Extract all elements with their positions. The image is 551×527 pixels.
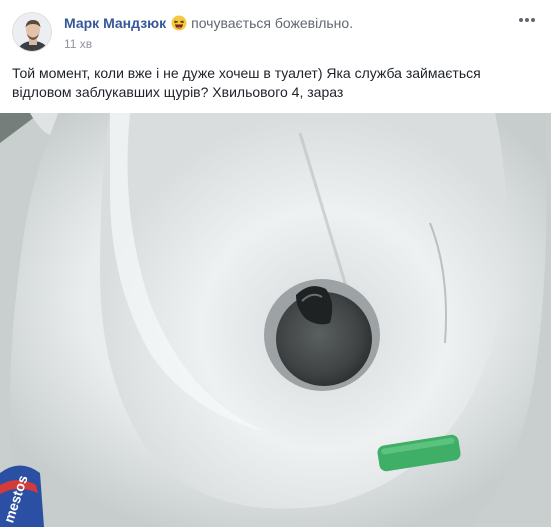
avatar-image	[13, 13, 51, 51]
post-text-line-1: Той момент, коли вже і не дуже хочеш в т…	[12, 65, 481, 81]
feed-post: Марк Мандзюк почувається божевільно. 11 …	[0, 0, 551, 527]
post-options-button[interactable]	[517, 12, 537, 28]
post-timestamp-link[interactable]: 11 хв	[64, 36, 92, 52]
laughing-face-icon	[171, 15, 187, 31]
post-body-text: Той момент, коли вже і не дуже хочеш в т…	[12, 64, 537, 102]
post-text-line-2: відловом заблукавших щурів? Хвильового 4…	[12, 84, 344, 100]
author-name-link[interactable]: Марк Мандзюк	[64, 14, 166, 32]
post-header: Марк Мандзюк почувається божевільно. 11 …	[0, 0, 551, 56]
author-avatar[interactable]	[12, 12, 52, 52]
post-photo[interactable]: mestos	[0, 113, 551, 527]
post-header-line: Марк Мандзюк почувається божевільно.	[64, 14, 353, 32]
more-horizontal-icon	[519, 18, 535, 22]
feeling-status-text: почувається божевільно.	[191, 15, 354, 31]
toilet-bowl-photo: mestos	[0, 113, 551, 527]
